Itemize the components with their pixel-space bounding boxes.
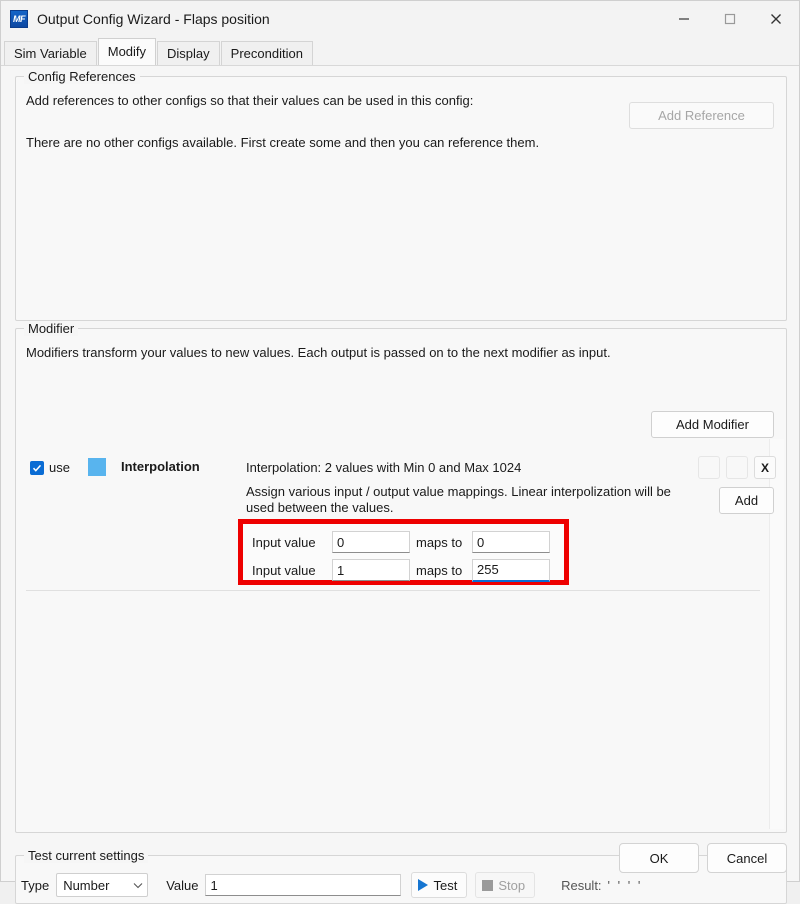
close-icon[interactable] — [753, 1, 799, 37]
modifier-name-label: Interpolation — [121, 459, 200, 474]
modifier-color-swatch[interactable] — [88, 458, 106, 476]
modifier-description: Modifiers transform your values to new v… — [26, 345, 611, 360]
modifier-group: Modifier Modifiers transform your values… — [15, 321, 787, 833]
input-value-field-2[interactable] — [332, 559, 410, 581]
config-references-title: Config References — [24, 69, 140, 84]
interpolation-mappings-highlight: Input value maps to Input value maps to — [238, 519, 569, 585]
tab-display[interactable]: Display — [157, 41, 220, 65]
mapping-row: Input value maps to — [252, 558, 550, 582]
modifier-summary-label: Interpolation: 2 values with Min 0 and M… — [246, 460, 522, 475]
minimize-icon[interactable] — [661, 1, 707, 37]
maps-to-label: maps to — [416, 534, 463, 550]
config-references-empty-message: There are no other configs available. Fi… — [26, 135, 540, 150]
ok-button[interactable]: OK — [619, 843, 699, 873]
checkmark-icon — [30, 460, 44, 475]
modifier-separator — [26, 590, 760, 591]
maps-to-label: maps to — [416, 562, 463, 578]
dialog-footer: OK Cancel — [1, 837, 799, 881]
chevron-down-icon — [133, 882, 143, 889]
output-value-field-2[interactable] — [472, 558, 550, 582]
mf-app-icon: MF — [10, 10, 28, 28]
output-config-wizard-window: MF Output Config Wizard - Flaps position… — [0, 0, 800, 904]
tab-sim-variable[interactable]: Sim Variable — [4, 41, 97, 65]
mapping-row: Input value maps to — [252, 530, 550, 554]
add-mapping-button[interactable]: Add — [719, 487, 774, 514]
input-value-label: Input value — [252, 534, 316, 550]
modifier-use-checkbox[interactable]: use — [30, 460, 70, 475]
title-bar: MF Output Config Wizard - Flaps position — [1, 1, 799, 37]
config-references-description: Add references to other configs so that … — [26, 93, 474, 108]
remove-modifier-button[interactable]: X — [754, 456, 776, 479]
app-icon-label: MF — [13, 13, 26, 24]
output-value-field-1[interactable] — [472, 531, 550, 553]
modifier-row-interpolation: use Interpolation Interpolation: 2 value… — [16, 453, 786, 483]
window-title: Output Config Wizard - Flaps position — [37, 11, 270, 27]
input-value-field-1[interactable] — [332, 531, 410, 553]
config-references-group: Config References Add references to othe… — [15, 69, 787, 321]
maximize-icon[interactable] — [707, 1, 753, 37]
window-controls — [661, 1, 799, 37]
add-modifier-button[interactable]: Add Modifier — [651, 411, 774, 438]
move-up-button[interactable] — [698, 456, 720, 479]
stop-icon — [482, 879, 494, 891]
modifier-row-buttons: X — [698, 456, 776, 479]
modifier-title: Modifier — [24, 321, 79, 336]
input-value-label: Input value — [252, 562, 316, 578]
tab-modify[interactable]: Modify — [97, 38, 157, 65]
add-reference-button[interactable]: Add Reference — [629, 102, 774, 129]
assign-mappings-description: Assign various input / output value mapp… — [246, 484, 671, 515]
cancel-button[interactable]: Cancel — [707, 843, 787, 873]
tab-content-modify: Config References Add references to othe… — [1, 65, 799, 904]
move-down-button[interactable] — [726, 456, 748, 479]
tab-strip: Sim Variable Modify Display Precondition — [1, 37, 799, 65]
modifier-use-label: use — [49, 460, 70, 475]
tab-precondition[interactable]: Precondition — [220, 41, 313, 65]
